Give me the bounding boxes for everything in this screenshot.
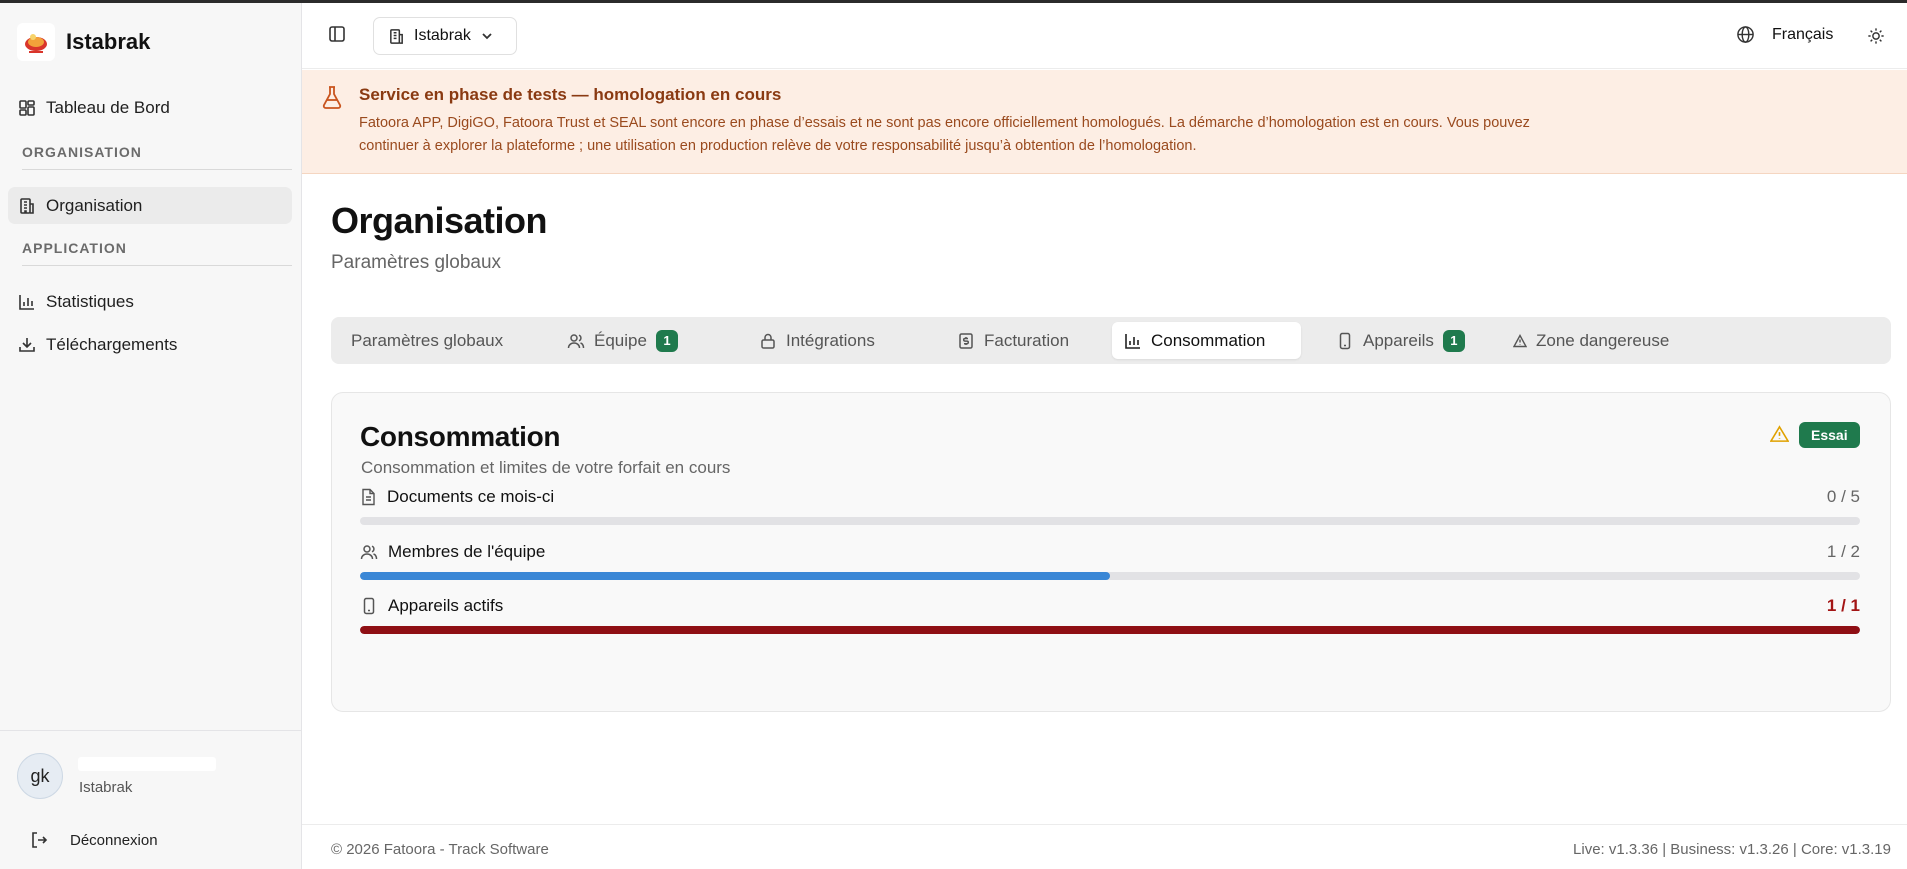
tab-label: Consommation xyxy=(1151,330,1266,350)
usage-progress-fill xyxy=(360,626,1860,634)
dashboard-icon xyxy=(19,99,35,116)
chevron-down-icon xyxy=(482,33,492,40)
brand-name: Istabrak xyxy=(66,29,151,54)
usage-label: Documents ce mois-ci xyxy=(360,487,554,507)
smartphone-icon xyxy=(363,597,375,615)
sidebar-section-organisation: ORGANISATION xyxy=(22,144,292,170)
brand[interactable]: Istabrak xyxy=(17,23,150,61)
usage-value: 1 / 1 xyxy=(1826,596,1860,615)
tab-count-badge: 1 xyxy=(655,329,678,352)
tab-label: Paramètres globaux xyxy=(351,330,504,350)
sidebar-user-panel: gk Istabrak Déconnexion xyxy=(0,730,301,869)
testing-phase-banner: Service en phase de tests — homologation… xyxy=(302,70,1907,174)
logout-label: Déconnexion xyxy=(70,831,158,849)
tab-zone-dangereuse[interactable]: Zone dangereuse xyxy=(1501,322,1681,359)
tab-appareils[interactable]: Appareils 1 xyxy=(1324,322,1477,359)
version-info: Live: v1.3.36 | Business: v1.3.26 | Core… xyxy=(1573,841,1891,858)
top-header: Istabrak Français xyxy=(302,3,1907,69)
warning-icon xyxy=(1769,425,1790,448)
page-subtitle: Paramètres globaux xyxy=(331,252,502,273)
tab-consommation[interactable]: Consommation xyxy=(1112,322,1301,359)
sidebar-item-statistiques[interactable]: Statistiques xyxy=(8,283,292,320)
sidebar-item-dashboard[interactable]: Tableau de Bord xyxy=(8,89,292,126)
organisation-tabs: Paramètres globaux Équipe 1 Intégrations… xyxy=(331,317,1891,364)
bar-chart-icon xyxy=(1125,333,1140,349)
usage-progress-bar xyxy=(360,572,1860,580)
tab-facturation[interactable]: Facturation xyxy=(945,322,1081,359)
usage-label-text: Documents ce mois-ci xyxy=(387,487,555,506)
avatar[interactable]: gk xyxy=(17,753,63,799)
tab-label: Zone dangereuse xyxy=(1536,330,1670,350)
download-icon xyxy=(19,337,35,352)
usage-label-text: Membres de l'équipe xyxy=(388,542,546,561)
theme-toggle-button[interactable] xyxy=(1867,27,1885,50)
language-selector[interactable]: Français xyxy=(1736,25,1833,44)
tab-count-badge: 1 xyxy=(1442,329,1465,352)
sidebar-item-label: Statistiques xyxy=(46,291,134,311)
sidebar-item-label: Organisation xyxy=(46,195,143,215)
tab-equipe[interactable]: Équipe 1 xyxy=(555,322,690,359)
sidebar-item-label: Tableau de Bord xyxy=(46,97,170,117)
dollar-receipt-icon xyxy=(959,332,973,349)
usage-value: 0 / 5 xyxy=(1826,487,1860,506)
tab-label: Intégrations xyxy=(786,330,875,350)
language-label: Français xyxy=(1772,25,1834,43)
globe-icon xyxy=(1737,26,1754,43)
tab-integrations[interactable]: Intégrations xyxy=(747,322,887,359)
building-icon xyxy=(390,28,403,44)
smartphone-icon xyxy=(1339,332,1351,349)
lock-icon xyxy=(761,333,775,349)
page-footer: © 2026 Fatoora - Track Software Live: v1… xyxy=(302,824,1907,869)
tab-label: Facturation xyxy=(984,330,1070,350)
logout-icon xyxy=(32,832,48,848)
sidebar-item-label: Téléchargements xyxy=(46,334,178,354)
sun-icon xyxy=(1868,28,1884,44)
plan-badge: Essai xyxy=(1799,422,1860,448)
sidebar-item-organisation[interactable]: Organisation xyxy=(8,187,292,224)
user-name-redacted xyxy=(78,757,216,771)
usage-value: 1 / 2 xyxy=(1826,542,1860,561)
copyright: © 2026 Fatoora - Track Software xyxy=(331,841,549,858)
card-subtitle: Consommation et limites de votre forfait… xyxy=(361,458,731,477)
users-icon xyxy=(567,333,585,348)
banner-title: Service en phase de tests — homologation… xyxy=(359,85,782,104)
consumption-card: Consommation Consommation et limites de … xyxy=(331,392,1891,712)
sidebar: Istabrak Tableau de Bord ORGANISATION Or… xyxy=(0,3,302,869)
sidebar-item-telechargements[interactable]: Téléchargements xyxy=(8,326,292,363)
users-icon xyxy=(360,545,378,560)
usage-label: Appareils actifs xyxy=(360,596,503,616)
usage-label-text: Appareils actifs xyxy=(388,596,504,615)
bar-chart-icon xyxy=(19,294,34,310)
brand-logo xyxy=(17,23,55,61)
usage-progress-bar xyxy=(360,517,1860,525)
card-title: Consommation xyxy=(360,421,561,452)
organisation-selector[interactable]: Istabrak xyxy=(373,17,517,55)
tab-parametres-globaux[interactable]: Paramètres globaux xyxy=(339,322,515,359)
warning-icon xyxy=(1513,333,1527,347)
tab-label: Équipe xyxy=(594,330,647,350)
building-icon xyxy=(20,197,34,214)
banner-text: Fatoora APP, DigiGO, Fatoora Trust et SE… xyxy=(359,115,1530,154)
sidebar-toggle-icon xyxy=(329,26,345,42)
logout-button[interactable]: Déconnexion xyxy=(30,831,158,849)
document-icon xyxy=(362,488,375,506)
usage-label: Membres de l'équipe xyxy=(360,542,545,562)
sidebar-toggle-button[interactable] xyxy=(328,25,346,48)
usage-progress-fill xyxy=(360,572,1110,580)
flask-icon xyxy=(321,85,343,114)
user-org: Istabrak xyxy=(79,779,133,796)
page-title: Organisation xyxy=(331,200,548,241)
usage-progress-bar xyxy=(360,626,1860,634)
tab-label: Appareils xyxy=(1363,330,1434,350)
organisation-selector-label: Istabrak xyxy=(414,27,471,44)
sidebar-section-application: APPLICATION xyxy=(22,240,292,266)
